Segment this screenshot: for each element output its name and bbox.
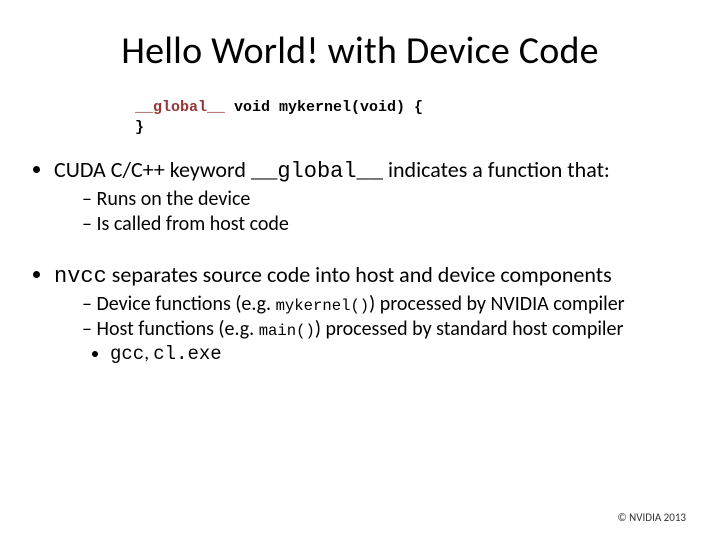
code-inline-nvcc: nvcc bbox=[54, 264, 107, 289]
text: ) processed by standard host compiler bbox=[315, 317, 624, 341]
spacer bbox=[40, 240, 680, 262]
sub-bullet-host-fn: Host functions (e.g. main()) processed b… bbox=[82, 317, 680, 366]
slide: Hello World! with Device Code __global__… bbox=[0, 0, 720, 540]
sub-sub-bullet-compilers: gcc, cl.exe bbox=[110, 343, 680, 366]
sub-bullet-device-fn: Device functions (e.g. mykernel()) proce… bbox=[82, 292, 680, 316]
code-line-2: } bbox=[135, 118, 680, 138]
text: Device functions (e.g. bbox=[96, 292, 275, 316]
text: ) processed by NVIDIA compiler bbox=[369, 292, 624, 316]
code-text: void mykernel(void) { bbox=[225, 99, 423, 116]
text: separates source code into host and devi… bbox=[107, 261, 612, 288]
bullet-list: CUDA C/C++ keyword __global__ indicates … bbox=[40, 157, 680, 236]
sub-bullet-runs-device: Runs on the device bbox=[82, 187, 680, 211]
page-title: Hello World! with Device Code bbox=[40, 28, 680, 74]
code-snippet: __global__ void mykernel(void) { } bbox=[40, 98, 680, 139]
footer-copyright: © NVIDIA 2013 bbox=[618, 511, 686, 524]
text: Host functions (e.g. bbox=[96, 317, 258, 341]
code-inline-global: __global__ bbox=[251, 159, 383, 184]
text: CUDA C/C++ keyword bbox=[54, 156, 251, 183]
sub-bullet-called-host: Is called from host code bbox=[82, 212, 680, 236]
bullet-nvcc: nvcc separates source code into host and… bbox=[54, 262, 680, 366]
code-inline-clexe: cl.exe bbox=[153, 343, 221, 365]
code-line-1: __global__ void mykernel(void) { bbox=[135, 98, 680, 118]
text: , bbox=[144, 342, 153, 365]
bullet-cuda-keyword: CUDA C/C++ keyword __global__ indicates … bbox=[54, 157, 680, 236]
code-inline-gcc: gcc bbox=[110, 343, 144, 365]
code-keyword: __global__ bbox=[135, 99, 225, 116]
code-inline-mykernel: mykernel() bbox=[276, 297, 370, 315]
bullet-list-2: nvcc separates source code into host and… bbox=[40, 262, 680, 366]
sub-list: Runs on the device Is called from host c… bbox=[54, 187, 680, 236]
code-inline-main: main() bbox=[259, 322, 315, 340]
sub-list: Device functions (e.g. mykernel()) proce… bbox=[54, 292, 680, 366]
text: indicates a function that: bbox=[383, 156, 610, 183]
sub-sub-list: gcc, cl.exe bbox=[82, 343, 680, 366]
